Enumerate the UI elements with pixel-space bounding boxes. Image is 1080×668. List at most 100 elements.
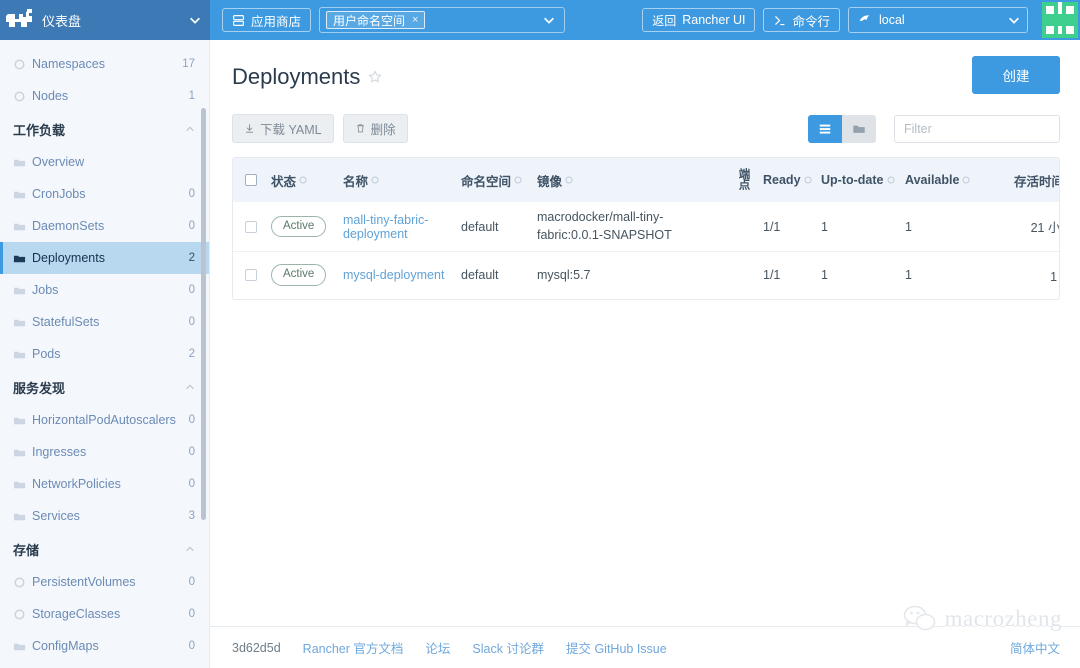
sidebar-item-cronjobs[interactable]: CronJobs 0 [0,178,209,210]
footer-language-switch[interactable]: 简体中文 [1010,638,1060,657]
select-all-checkbox[interactable] [245,174,257,186]
footer-link-github-issue[interactable]: 提交 GitHub Issue [566,638,667,657]
sidebar-list: Namespaces 17 Nodes 1 工作负载 Overview CronJobs 0 D… [0,48,209,668]
apps-store-icon [233,14,244,26]
sidebar-item-deployments[interactable]: Deployments 2 [0,242,209,274]
footer: 3d62d5d Rancher 官方文档 论坛 Slack 讨论群 提交 Git… [210,626,1080,668]
col-state-label: 状态 [271,174,297,189]
chevron-down-icon[interactable] [542,13,556,27]
delete-button[interactable]: 删除 [342,114,408,143]
table-row[interactable]: Active mall-tiny-fabric-deployment default… [233,202,1059,252]
table-row[interactable]: Active mysql-deployment default mysql:5.7 1/… [233,251,1059,299]
deployment-link[interactable]: mall-tiny-fabric-deployment [343,213,428,241]
sidebar-item-overview[interactable]: Overview [0,146,209,178]
caret-up-icon[interactable] [185,124,195,134]
avatar[interactable] [1042,2,1078,38]
sidebar-item-pods[interactable]: Pods 2 [0,338,209,370]
close-icon[interactable]: × [412,14,418,26]
main-inner: Deployments 创建 下载 YAML 删除 Filter 状态 名称 命… [210,40,1080,626]
row-checkbox[interactable] [245,269,257,282]
sort-icon[interactable] [299,175,307,185]
sort-icon[interactable] [514,175,522,185]
apps-store-label: 应用商店 [251,14,302,29]
sidebar-item-label: CronJobs [32,187,86,201]
shell-button[interactable]: 命令行 [763,8,840,32]
apps-store-button[interactable]: 应用商店 [222,8,312,32]
table-toolbar: 下载 YAML 删除 [232,114,1060,143]
sort-icon[interactable] [565,175,573,185]
col-state[interactable]: 状态 [267,158,339,202]
footer-link-docs[interactable]: Rancher 官方文档 [303,638,404,657]
deployment-link[interactable]: mysql-deployment [343,268,444,282]
sidebar-item-persistentvolumeclaims[interactable]: PersistentVolumeClaims0 [0,662,209,668]
sidebar-item-nodes[interactable]: Nodes 1 [0,80,209,112]
footer-link-slack[interactable]: Slack 讨论群 [472,638,544,657]
row-state-cell: Active [267,252,339,299]
sidebar-item-label: StatefulSets [32,315,100,329]
circle-icon [14,90,25,102]
chevron-down-icon[interactable] [1007,13,1021,27]
group-view-icon [853,125,865,133]
col-name[interactable]: 名称 [339,158,457,202]
cluster-dropdown-label: 仪表盘 [42,13,82,29]
row-checkbox[interactable] [245,220,257,233]
sidebar-item-configmaps[interactable]: ConfigMaps 0 [0,630,209,662]
sidebar-item-networkpolicies[interactable]: NetworkPolicies 0 [0,468,209,500]
col-namespace[interactable]: 命名空间 [457,158,533,202]
sidebar-group-label: 存储 [13,542,40,558]
caret-up-icon[interactable] [185,382,195,392]
namespace-filter[interactable]: 用户命名空间 × [319,7,566,33]
namespace-chip[interactable]: 用户命名空间 × [326,11,426,29]
back-to-rancher-button[interactable]: 返回 Rancher UI [642,8,756,32]
sidebar-item-count: 0 [188,640,195,652]
topbar-cluster-section[interactable]: 仪表盘 [0,0,210,40]
col-age[interactable]: 存活时间 [981,158,1059,202]
sidebar-group-2[interactable]: 工作负载 [0,112,209,146]
sidebar-item-persistentvolumes[interactable]: PersistentVolumes 0 [0,566,209,598]
sidebar-item-count: 0 [188,220,195,232]
sidebar-group-15[interactable]: 存储 [0,532,209,566]
sidebar-group-10[interactable]: 服务发现 [0,370,209,404]
namespace-chip-label: 用户命名空间 [333,13,406,28]
terminal-prompt-icon [775,15,785,25]
col-ready[interactable]: Ready [759,158,817,202]
sidebar-item-namespaces[interactable]: Namespaces 17 [0,48,209,80]
sidebar-item-jobs[interactable]: Jobs 0 [0,274,209,306]
sidebar-item-services[interactable]: Services 3 [0,500,209,532]
sort-icon[interactable] [371,175,379,185]
col-available[interactable]: Available [901,158,981,202]
star-outline-icon[interactable] [368,70,382,84]
row-name-cell: mysql-deployment [339,252,457,299]
col-image[interactable]: 镜像 [533,158,733,202]
create-button[interactable]: 创建 [972,56,1060,94]
chevron-down-icon[interactable] [188,13,202,27]
col-namespace-label: 命名空间 [461,174,512,189]
filter-input[interactable] [894,114,1060,143]
row-age-cell: 1 天 [1050,269,1059,284]
sidebar-scrollbar[interactable] [201,108,206,520]
sidebar-item-storageclasses[interactable]: StorageClasses 0 [0,598,209,630]
col-up-to-date[interactable]: Up-to-date [817,158,901,202]
sort-icon[interactable] [804,175,812,185]
sidebar-item-statefulsets[interactable]: StatefulSets 0 [0,306,209,338]
cluster-select-label: local [879,13,905,27]
main-content: Deployments 创建 下载 YAML 删除 Filter 状态 名称 命… [210,40,1080,668]
footer-link-forum[interactable]: 论坛 [425,638,450,657]
caret-up-icon[interactable] [185,544,195,554]
list-view-button[interactable] [808,114,842,143]
download-yaml-button[interactable]: 下载 YAML [232,114,334,143]
page-title-wrap: Deployments [232,64,382,90]
sidebar-item-daemonsets[interactable]: DaemonSets 0 [0,210,209,242]
sidebar-item-horizontalpodautoscalers[interactable]: HorizontalPodAutoscalers 0 [0,404,209,436]
sidebar-item-count: 0 [188,316,195,328]
sidebar-item-ingresses[interactable]: Ingresses 0 [0,436,209,468]
sidebar-nav: Namespaces 17 Nodes 1 工作负载 Overview CronJobs 0 D… [0,40,210,668]
sort-icon[interactable] [887,175,895,185]
row-namespace-cell: default [461,219,499,234]
group-view-button[interactable] [842,114,876,143]
cluster-select[interactable]: local [848,7,1028,33]
row-available-cell: 1 [905,219,912,234]
sort-icon[interactable] [962,175,970,185]
sidebar-item-label: Pods [32,347,61,361]
status-badge: Active [271,215,327,238]
